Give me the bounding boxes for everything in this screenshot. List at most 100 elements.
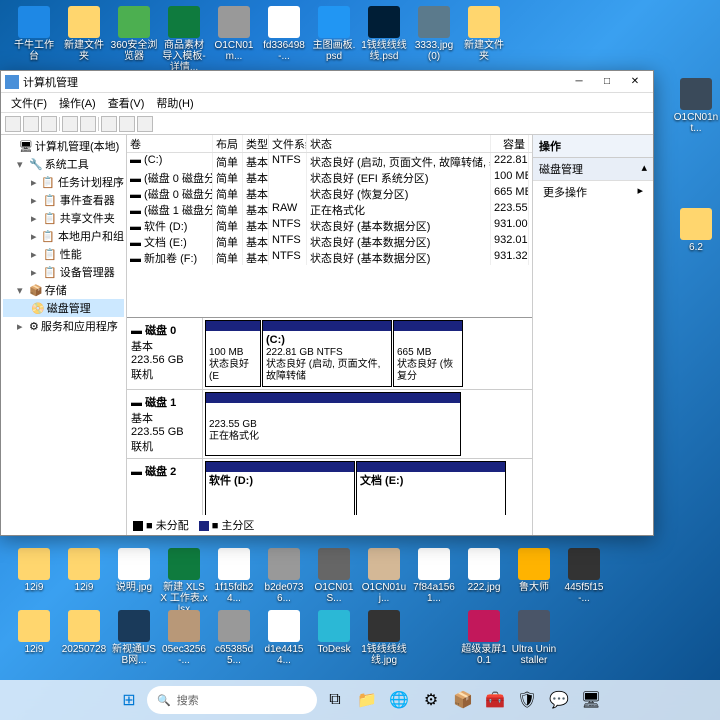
desktop-icon[interactable]: 说明.jpg — [110, 548, 158, 593]
computer-management-window: 计算机管理 ─ □ ✕ 文件(F) 操作(A) 查看(V) 帮助(H) 🖥 计算… — [0, 70, 654, 536]
menu-file[interactable]: 文件(F) — [5, 93, 53, 112]
view-bottom-button[interactable] — [137, 116, 153, 132]
desktop-icon[interactable]: 12i9 — [10, 610, 58, 655]
pinned-app-icon[interactable]: 💬 — [545, 686, 573, 714]
titlebar[interactable]: 计算机管理 ─ □ ✕ — [1, 71, 653, 93]
tree-item[interactable]: ▸📋 共享文件夹 — [3, 209, 124, 227]
close-button[interactable]: ✕ — [621, 73, 649, 91]
desktop-icon[interactable]: b2de0736... — [260, 548, 308, 604]
desktop-icon[interactable]: Ultra Uninstaller — [510, 610, 558, 666]
partition[interactable]: 223.55 GB正在格式化 — [205, 392, 461, 456]
partition[interactable]: 100 MB状态良好 (E — [205, 320, 261, 387]
tree-storage[interactable]: ▾📦 存储 — [3, 281, 124, 299]
tree-item[interactable]: ▸📋 任务计划程序 — [3, 173, 124, 191]
volume-row[interactable]: ▬ (C:)简单基本NTFS状态良好 (启动, 页面文件, 故障转储, 基本数据… — [127, 153, 532, 169]
desktop-icon[interactable]: 千牛工作台 — [10, 6, 58, 62]
navigation-tree: 🖥 计算机管理(本地) ▾🔧 系统工具 ▸📋 任务计划程序▸📋 事件查看器▸📋 … — [1, 135, 127, 535]
taskbar: ⊞ 🔍 搜索 ⧉ 📁 🌐 ⚙ 📦 🧰 🛡 💬 🖥 — [0, 680, 720, 720]
tree-item[interactable]: ▸📋 事件查看器 — [3, 191, 124, 209]
explorer-icon[interactable]: 📁 — [353, 686, 381, 714]
help-button[interactable] — [101, 116, 117, 132]
desktop-icon[interactable]: 222.jpg — [460, 548, 508, 593]
desktop-icon[interactable]: 超级录屏10.1 — [460, 610, 508, 666]
desktop-icon[interactable]: 6.2 — [672, 208, 720, 253]
partition[interactable]: 665 MB状态良好 (恢复分 — [393, 320, 463, 387]
actions-panel: 操作 磁盘管理▴ 更多操作▸ — [533, 135, 653, 535]
desktop-icon[interactable]: 12i9 — [60, 548, 108, 593]
volume-row[interactable]: ▬ 软件 (D:)简单基本NTFS状态良好 (基本数据分区)931.00 — [127, 217, 532, 233]
volume-header: 卷布局 类型文件系统 状态容量 — [127, 135, 532, 153]
desktop-icon[interactable]: d1e44154... — [260, 610, 308, 666]
desktop-icon[interactable]: 新建文件夹 — [60, 6, 108, 62]
pinned-app-icon[interactable]: 🛡 — [513, 686, 541, 714]
partition[interactable]: 文档 (E:) — [356, 461, 506, 515]
pinned-app-icon[interactable]: 🧰 — [481, 686, 509, 714]
desktop-icon[interactable]: 1f15fdb24... — [210, 548, 258, 604]
task-view-button[interactable]: ⧉ — [321, 686, 349, 714]
desktop-icon[interactable]: O1CN01uj... — [360, 548, 408, 604]
desktop-icon[interactable]: 445f5f15-... — [560, 548, 608, 604]
tree-services[interactable]: ▸⚙ 服务和应用程序 — [3, 317, 124, 335]
partition[interactable]: (C:)222.81 GB NTFS状态良好 (启动, 页面文件, 故障转储 — [262, 320, 392, 387]
desktop-icon[interactable]: 1钱线线线线.psd — [360, 6, 408, 62]
desktop-icon[interactable]: 新建 XLSX 工作表.xlsx — [160, 548, 208, 615]
disk-row: ▬ 磁盘 0基本223.56 GB联机100 MB状态良好 (E(C:)222.… — [127, 318, 532, 390]
desktop-icon[interactable]: O1CN01nt... — [672, 78, 720, 134]
desktop-icon[interactable]: 主图画板.psd — [310, 6, 358, 62]
forward-button[interactable] — [23, 116, 39, 132]
desktop-icon[interactable]: O1CN01S... — [310, 548, 358, 604]
settings-icon[interactable]: ⚙ — [417, 686, 445, 714]
desktop-icon[interactable]: fd336498-... — [260, 6, 308, 62]
volume-row[interactable]: ▬ (磁盘 0 磁盘分区 1)简单基本状态良好 (EFI 系统分区)100 MB — [127, 169, 532, 185]
taskbar-search[interactable]: 🔍 搜索 — [147, 686, 317, 714]
disk-info[interactable]: ▬ 磁盘 2 — [127, 459, 203, 515]
tree-system-tools[interactable]: ▾🔧 系统工具 — [3, 155, 124, 173]
desktop-icon[interactable]: 3333.jpg (0) — [410, 6, 458, 62]
view-top-button[interactable] — [119, 116, 135, 132]
start-button[interactable]: ⊞ — [115, 686, 143, 714]
desktop-icon[interactable]: c65385d5... — [210, 610, 258, 666]
desktop-icon[interactable]: 新视通USB网... — [110, 610, 158, 666]
tree-disk-management[interactable]: 📀 磁盘管理 — [3, 299, 124, 317]
desktop-icon[interactable]: 20250728 — [60, 610, 108, 655]
desktop-icon[interactable]: 鲁大师 — [510, 548, 558, 593]
menu-help[interactable]: 帮助(H) — [150, 93, 199, 112]
tree-root[interactable]: 🖥 计算机管理(本地) — [3, 137, 124, 155]
main-panel: 卷布局 类型文件系统 状态容量 ▬ (C:)简单基本NTFS状态良好 (启动, … — [127, 135, 533, 535]
partition[interactable]: 软件 (D:) — [205, 461, 355, 515]
collapse-icon[interactable]: ▴ — [641, 161, 647, 177]
desktop-icon[interactable]: 12i9 — [10, 548, 58, 593]
actions-header: 操作 — [533, 135, 653, 158]
desktop-icon[interactable]: 360安全浏览器 — [110, 6, 158, 62]
desktop-icon[interactable]: 1钱线线线线.jpg — [360, 610, 408, 666]
menu-action[interactable]: 操作(A) — [53, 93, 102, 112]
desktop-icon[interactable]: 商品素材导入模板-详情... — [160, 6, 208, 73]
menu-view[interactable]: 查看(V) — [102, 93, 151, 112]
legend: ■ 未分配 ■ 主分区 — [127, 515, 532, 535]
desktop-icon[interactable]: 新建文件夹 — [460, 6, 508, 62]
pinned-app-icon[interactable]: 🖥 — [577, 686, 605, 714]
desktop-icon[interactable]: 05ec3256-... — [160, 610, 208, 666]
maximize-button[interactable]: □ — [593, 73, 621, 91]
volume-row[interactable]: ▬ 新加卷 (F:)简单基本NTFS状态良好 (基本数据分区)931.32 — [127, 249, 532, 265]
desktop-icon[interactable]: ToDesk — [310, 610, 358, 655]
volume-list: 卷布局 类型文件系统 状态容量 ▬ (C:)简单基本NTFS状态良好 (启动, … — [127, 135, 532, 317]
desktop-icon[interactable]: O1CN01m... — [210, 6, 258, 62]
up-button[interactable] — [41, 116, 57, 132]
more-actions[interactable]: 更多操作▸ — [533, 181, 653, 203]
refresh-button[interactable] — [62, 116, 78, 132]
properties-button[interactable] — [80, 116, 96, 132]
volume-row[interactable]: ▬ 文档 (E:)简单基本NTFS状态良好 (基本数据分区)932.01 — [127, 233, 532, 249]
back-button[interactable] — [5, 116, 21, 132]
minimize-button[interactable]: ─ — [565, 73, 593, 91]
tree-item[interactable]: ▸📋 设备管理器 — [3, 263, 124, 281]
volume-row[interactable]: ▬ (磁盘 1 磁盘分区 2)简单基本RAW正在格式化223.55 — [127, 201, 532, 217]
disk-info[interactable]: ▬ 磁盘 1基本223.55 GB联机 — [127, 390, 203, 458]
pinned-app-icon[interactable]: 📦 — [449, 686, 477, 714]
disk-info[interactable]: ▬ 磁盘 0基本223.56 GB联机 — [127, 318, 203, 389]
desktop-icon[interactable]: 7f84a1561... — [410, 548, 458, 604]
edge-icon[interactable]: 🌐 — [385, 686, 413, 714]
tree-item[interactable]: ▸📋 性能 — [3, 245, 124, 263]
volume-row[interactable]: ▬ (磁盘 0 磁盘分区 4)简单基本状态良好 (恢复分区)665 MB — [127, 185, 532, 201]
tree-item[interactable]: ▸📋 本地用户和组 — [3, 227, 124, 245]
